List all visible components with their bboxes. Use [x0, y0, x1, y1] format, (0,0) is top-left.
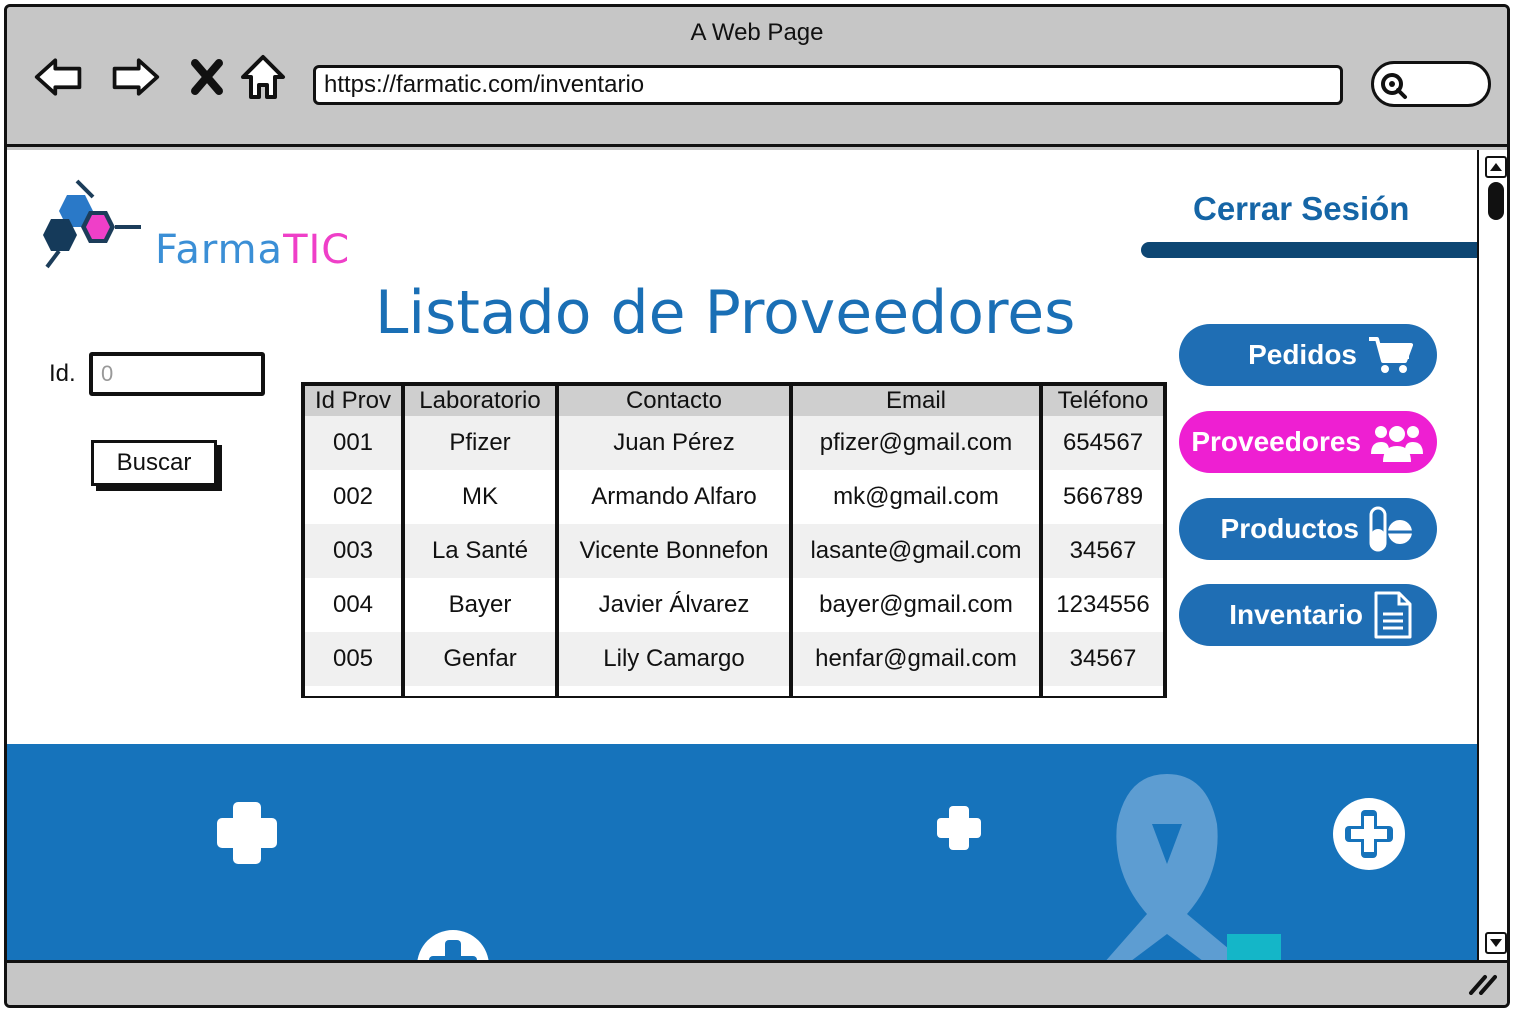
- header-accent-bar: [1141, 242, 1477, 258]
- logout-link[interactable]: Cerrar Sesión: [1193, 190, 1409, 228]
- medical-badge-icon: [417, 930, 489, 960]
- logo-wordmark: FarmaTIC: [155, 227, 350, 273]
- nav-productos-label: Productos: [1220, 513, 1359, 544]
- search-button[interactable]: Buscar: [91, 440, 217, 486]
- pills-icon: [1369, 506, 1412, 552]
- nav-proveedores-label: Proveedores: [1191, 426, 1361, 457]
- cell-laboratorio: MK: [403, 470, 559, 524]
- cell-laboratorio: Bayer: [403, 578, 559, 632]
- farmatic-logo: FarmaTIC: [37, 175, 377, 275]
- browser-search-field[interactable]: [1371, 61, 1491, 107]
- medical-badge-icon: [1333, 798, 1405, 870]
- cell-laboratorio: La Santé: [403, 524, 559, 578]
- ribbon-icon: [1106, 774, 1281, 960]
- address-bar[interactable]: https://farmatic.com/inventario: [313, 65, 1343, 105]
- forward-icon[interactable]: [109, 51, 161, 103]
- cell-contacto: Juan Pérez: [557, 416, 793, 470]
- nav-inventario-label: Inventario: [1229, 599, 1363, 630]
- cell-email: pfizer@gmail.com: [791, 416, 1043, 470]
- nav-productos-button[interactable]: Productos: [1179, 498, 1437, 560]
- column-header-telefono[interactable]: Teléfono: [1041, 386, 1163, 416]
- users-icon: [1371, 426, 1423, 462]
- suppliers-table: Id Prov Laboratorio Contacto Email Teléf…: [301, 382, 1167, 698]
- cell-contacto: Vicente Bonnefon: [557, 524, 793, 578]
- logo-text-tic: TIC: [283, 227, 351, 273]
- logo-molecule-icon: [43, 179, 141, 269]
- browser-statusbar: [7, 960, 1507, 1005]
- footer-banner: [7, 744, 1477, 960]
- cell-email: bayer@gmail.com: [791, 578, 1043, 632]
- cell-telefono: 566789: [1041, 470, 1163, 524]
- home-icon[interactable]: [237, 51, 289, 103]
- table-row[interactable]: 001 Pfizer Juan Pérez pfizer@gmail.com 6…: [305, 416, 1163, 470]
- column-header-id[interactable]: Id Prov: [305, 386, 405, 416]
- table-row[interactable]: 004 Bayer Javier Álvarez bayer@gmail.com…: [305, 578, 1163, 632]
- cell-contacto: Lily Camargo: [557, 632, 793, 686]
- cart-icon: [1369, 337, 1413, 373]
- table-header-row: Id Prov Laboratorio Contacto Email Teléf…: [305, 386, 1163, 416]
- nav-inventario-button[interactable]: Inventario: [1179, 584, 1437, 646]
- cell-contacto: Armando Alfaro: [557, 470, 793, 524]
- back-icon[interactable]: [33, 51, 85, 103]
- table-row[interactable]: 005 Genfar Lily Camargo henfar@gmail.com…: [305, 632, 1163, 686]
- cell-id: 003: [305, 524, 405, 578]
- cell-contacto: Javier Álvarez: [557, 578, 793, 632]
- browser-window: A Web Page https://farmatic.com/inventar…: [4, 4, 1510, 1008]
- page-title: Listado de Proveedores: [375, 278, 1076, 348]
- nav-pedidos-button[interactable]: Pedidos: [1179, 324, 1437, 386]
- column-header-laboratorio[interactable]: Laboratorio: [403, 386, 559, 416]
- cell-telefono: 1234556: [1041, 578, 1163, 632]
- column-header-contacto[interactable]: Contacto: [557, 386, 793, 416]
- id-label: Id.: [49, 360, 76, 387]
- cell-telefono: 34567: [1041, 632, 1163, 686]
- cell-email: henfar@gmail.com: [791, 632, 1043, 686]
- table-row[interactable]: 003 La Santé Vicente Bonnefon lasante@gm…: [305, 524, 1163, 578]
- cell-email: lasante@gmail.com: [791, 524, 1043, 578]
- cell-email: mk@gmail.com: [791, 470, 1043, 524]
- medical-cross-icon: [217, 802, 277, 864]
- stop-icon[interactable]: [181, 51, 233, 103]
- scroll-up-icon[interactable]: [1485, 156, 1507, 178]
- id-search-input[interactable]: [89, 352, 265, 396]
- window-title: A Web Page: [690, 19, 824, 46]
- cell-telefono: 34567: [1041, 524, 1163, 578]
- cell-telefono: 654567: [1041, 416, 1163, 470]
- search-icon: [1380, 72, 1408, 105]
- cell-id: 005: [305, 632, 405, 686]
- table-row[interactable]: 002 MK Armando Alfaro mk@gmail.com 56678…: [305, 470, 1163, 524]
- vertical-scrollbar[interactable]: [1477, 150, 1507, 960]
- page-viewport: FarmaTIC Cerrar Sesión Listado de Provee…: [7, 150, 1477, 960]
- table-row-empty: [305, 686, 1163, 696]
- cell-id: 002: [305, 470, 405, 524]
- scrollbar-thumb[interactable]: [1488, 182, 1504, 220]
- cell-id: 004: [305, 578, 405, 632]
- browser-titlebar: A Web Page https://farmatic.com/inventar…: [7, 7, 1507, 147]
- nav-proveedores-button[interactable]: Proveedores: [1179, 411, 1437, 473]
- cell-laboratorio: Genfar: [403, 632, 559, 686]
- logo-text-farma: Farma: [155, 227, 284, 273]
- cell-id: 001: [305, 416, 405, 470]
- cell-laboratorio: Pfizer: [403, 416, 559, 470]
- resize-grip-icon[interactable]: [1467, 971, 1497, 1000]
- column-header-email[interactable]: Email: [791, 386, 1043, 416]
- nav-pedidos-label: Pedidos: [1248, 339, 1357, 370]
- scroll-down-icon[interactable]: [1485, 932, 1507, 954]
- medical-cross-icon: [937, 806, 981, 850]
- medical-decoration: [217, 774, 1405, 960]
- document-icon: [1374, 591, 1412, 639]
